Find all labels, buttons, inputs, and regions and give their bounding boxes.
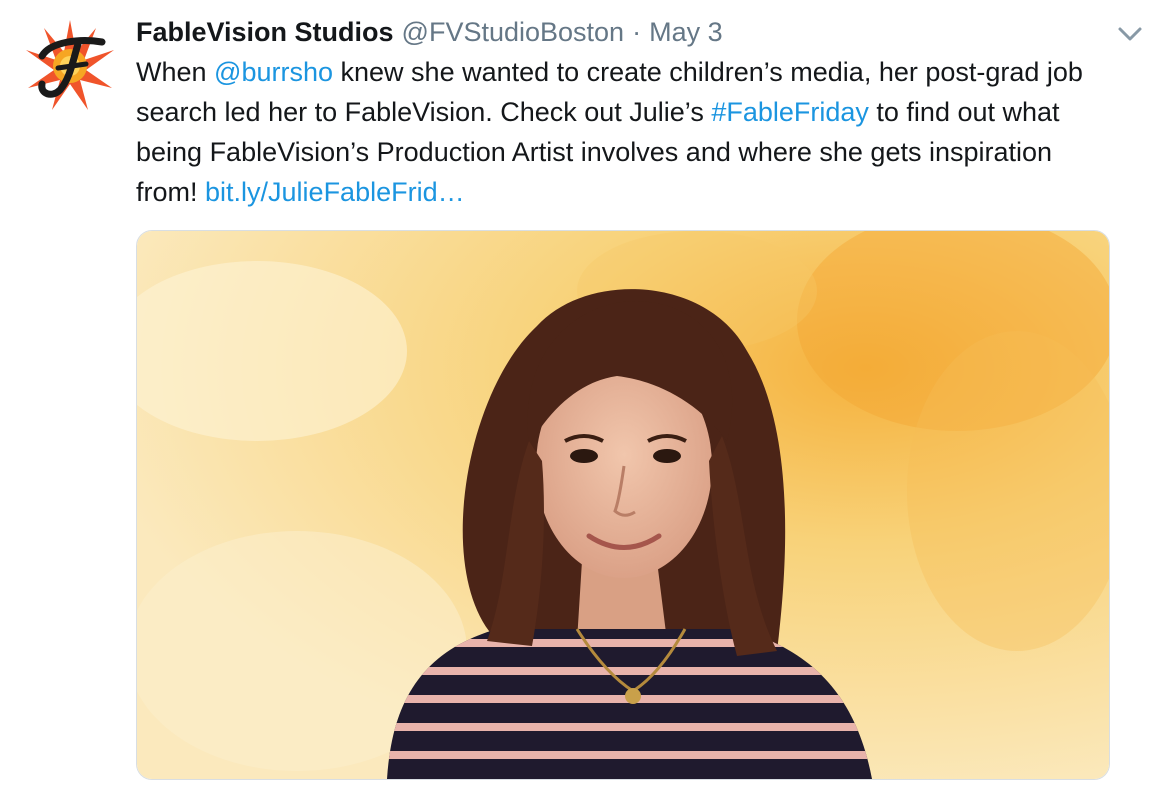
tweet-text-line: search led her to FableVision. Check out… <box>136 92 1136 132</box>
tweet-text-segment: search led her to FableVision. Check out… <box>136 97 712 127</box>
tweet-text-segment: being FableVision’s Production Artist in… <box>136 137 1053 167</box>
fablevision-logo-icon[interactable] <box>20 16 118 114</box>
author-name[interactable]: FableVision Studios <box>136 14 394 50</box>
tweet-date[interactable]: May 3 <box>649 14 723 50</box>
tweet-header: FableVision Studios @FVStudioBoston · Ma… <box>136 14 723 50</box>
tweet-text-line: from! bit.ly/JulieFableFrid… <box>136 172 1136 212</box>
tweet-text-segment: to find out what <box>868 97 1060 127</box>
tweet-text: When @burrsho knew she wanted to create … <box>136 52 1136 212</box>
chevron-down-icon[interactable] <box>1116 24 1144 44</box>
tweet-link[interactable]: #FableFriday <box>711 97 869 127</box>
tweet-text-segment: When <box>136 57 215 87</box>
tweet-link[interactable]: @burrsho <box>214 57 333 87</box>
tweet-link[interactable]: bit.ly/JulieFableFrid… <box>205 177 465 207</box>
tweet-text-line: being FableVision’s Production Artist in… <box>136 132 1136 172</box>
tweet-photo[interactable] <box>136 230 1110 780</box>
tweet-text-segment: from! <box>136 177 206 207</box>
header-separator: · <box>632 17 642 47</box>
tweet[interactable]: FableVision Studios @FVStudioBoston · Ma… <box>0 0 1170 796</box>
author-handle[interactable]: @FVStudioBoston <box>402 14 625 50</box>
tweet-text-segment: knew she wanted to create children’s med… <box>333 57 1083 87</box>
tweet-text-line: When @burrsho knew she wanted to create … <box>136 52 1136 92</box>
